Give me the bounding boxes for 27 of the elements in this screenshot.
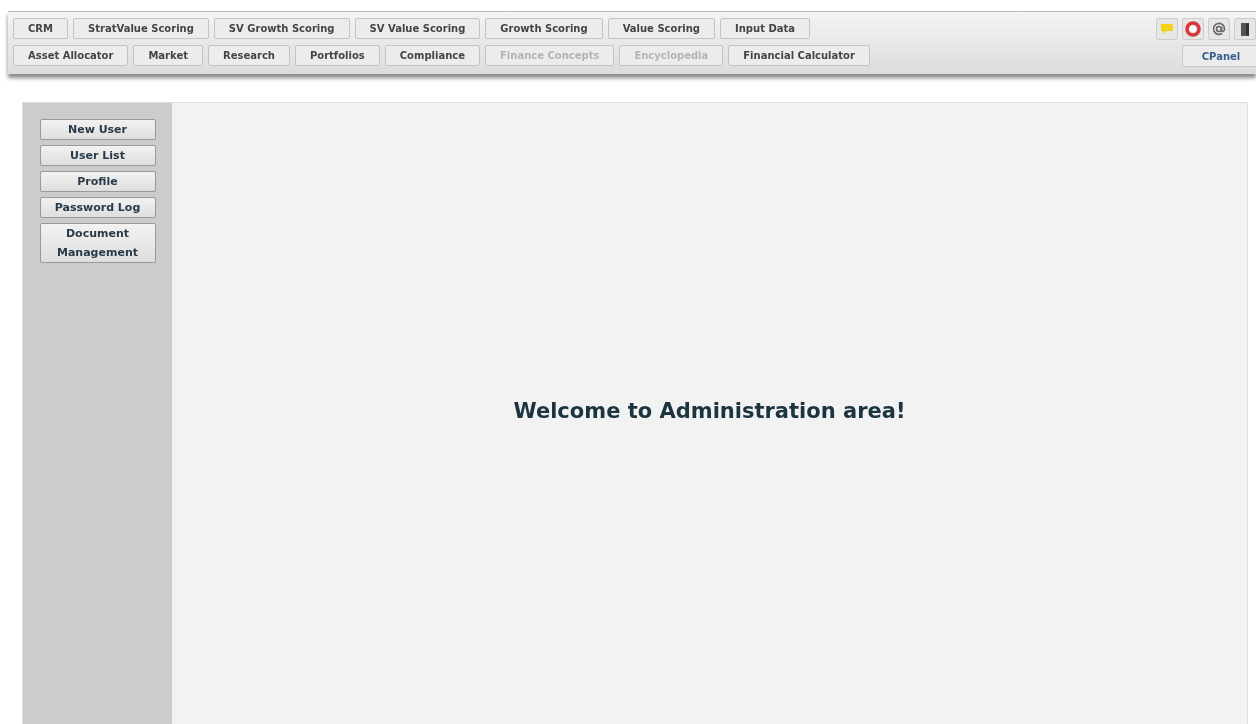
sidebar-button[interactable]: User List xyxy=(39,145,156,166)
nav-button[interactable]: Market xyxy=(133,45,203,66)
cpanel-button[interactable]: CPanel xyxy=(1182,45,1256,67)
nav-button[interactable]: StratValue Scoring xyxy=(73,18,209,39)
nav-button[interactable]: Input Data xyxy=(720,18,810,39)
nav-button[interactable]: Financial Calculator xyxy=(728,45,870,66)
nav-button[interactable]: Asset Allocator xyxy=(13,45,129,66)
lifebuoy-icon xyxy=(1185,21,1201,37)
at-sign-icon xyxy=(1211,21,1227,37)
toolbar-icon-button[interactable] xyxy=(1208,18,1230,40)
speech-bubble-icon xyxy=(1160,23,1174,35)
sidebar-button[interactable]: Password Log xyxy=(39,197,156,218)
door-icon xyxy=(1240,21,1250,37)
nav-button[interactable]: Portfolios xyxy=(294,45,380,66)
nav-button[interactable]: SV Growth Scoring xyxy=(213,18,350,39)
toolbar-icon-button[interactable] xyxy=(1234,18,1256,40)
nav-button[interactable]: CRM xyxy=(13,18,68,39)
sidebar-button[interactable]: New User xyxy=(39,119,156,140)
nav-button[interactable]: SV Value Scoring xyxy=(354,18,481,39)
nav-button[interactable]: Research xyxy=(208,45,290,66)
toolbar-icon-button[interactable] xyxy=(1182,18,1204,40)
nav-button[interactable]: Value Scoring xyxy=(607,18,715,39)
nav-button[interactable]: Growth Scoring xyxy=(485,18,603,39)
nav-button[interactable]: Compliance xyxy=(384,45,480,66)
welcome-heading: Welcome to Administration area! xyxy=(513,399,906,425)
sidebar-button[interactable]: Document Management xyxy=(39,223,156,263)
sidebar-button[interactable]: Profile xyxy=(39,171,156,192)
